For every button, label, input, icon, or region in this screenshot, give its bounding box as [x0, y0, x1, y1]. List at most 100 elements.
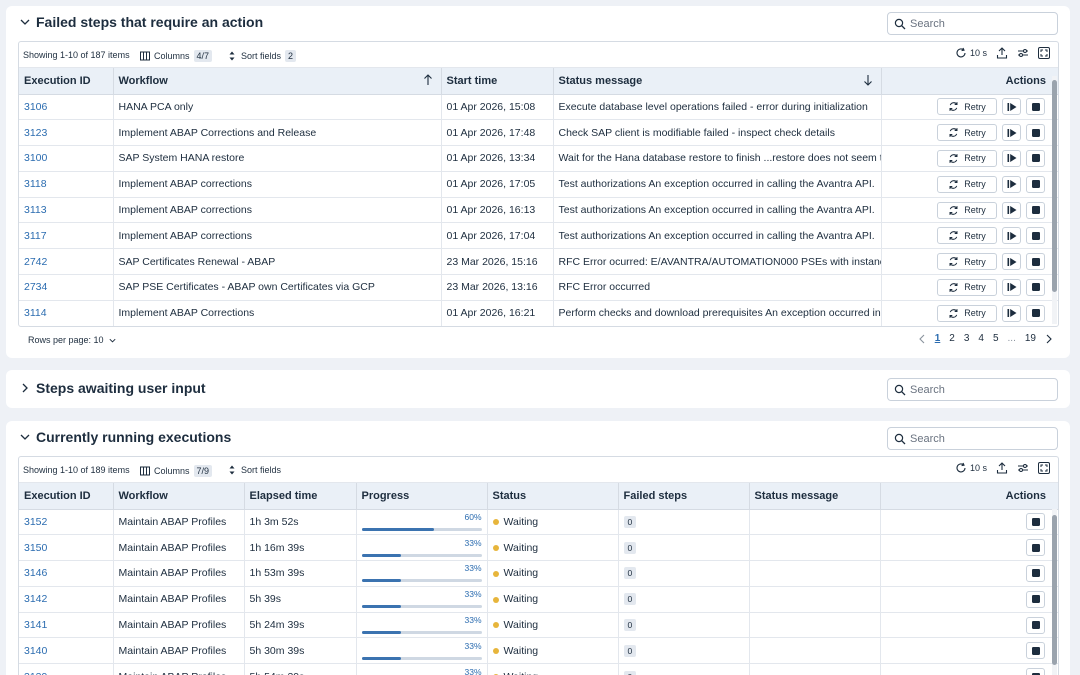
sort-fields-button[interactable]: Sort fields 2 — [227, 50, 297, 62]
retry-button[interactable]: Retry — [937, 149, 997, 167]
stop-button[interactable] — [1026, 304, 1045, 322]
retry-button[interactable]: Retry — [937, 253, 997, 271]
col-execution-id[interactable]: Execution ID — [19, 483, 114, 510]
chevron-left-icon[interactable] — [918, 334, 926, 344]
search-box[interactable] — [887, 427, 1058, 450]
execution-id-link[interactable]: 3152 — [19, 509, 114, 536]
columns-button[interactable]: Columns 4/7 — [140, 50, 213, 62]
execution-id-link[interactable]: 2734 — [19, 274, 114, 301]
stop-button[interactable] — [1026, 175, 1045, 193]
search-input[interactable] — [910, 382, 1050, 397]
stop-button[interactable] — [1026, 590, 1045, 608]
stop-button[interactable] — [1026, 539, 1045, 557]
execution-id-link[interactable]: 3117 — [19, 222, 114, 250]
chevron-down-icon[interactable] — [18, 430, 32, 444]
retry-button[interactable]: Retry — [937, 201, 997, 219]
stop-button[interactable] — [1026, 149, 1045, 167]
col-status[interactable]: Status — [487, 483, 619, 510]
table-row[interactable]: 3113 Implement ABAP corrections 01 Apr 202… — [19, 197, 1058, 224]
skip-button[interactable] — [1002, 278, 1021, 296]
stop-button[interactable] — [1026, 642, 1045, 660]
table-row[interactable]: 3114 Implement ABAP Corrections 01 Apr 202… — [19, 300, 1058, 326]
execution-id-link[interactable]: 3150 — [19, 534, 114, 562]
table-row[interactable]: 3146 Maintain ABAP Profiles 1h 53m 39s 33% W… — [19, 560, 1058, 587]
table-row[interactable]: 3117 Implement ABAP corrections 01 Apr 202… — [19, 222, 1058, 250]
table-row[interactable]: 3100 SAP System HANA restore 01 Apr 2026, … — [19, 145, 1058, 172]
search-box[interactable] — [887, 12, 1058, 35]
scrollbar-thumb[interactable] — [1052, 80, 1057, 292]
retry-button[interactable]: Retry — [937, 124, 997, 142]
execution-id-link[interactable]: 3139 — [19, 663, 114, 675]
execution-id-link[interactable]: 3100 — [19, 145, 114, 172]
rows-per-page-select[interactable]: Rows per page: 10 — [28, 335, 117, 345]
filter-icon[interactable] — [1017, 47, 1029, 59]
table-row[interactable]: 3123 Implement ABAP Corrections and Relea… — [19, 119, 1058, 147]
search-input[interactable] — [910, 16, 1050, 31]
table-row[interactable]: 3150 Maintain ABAP Profiles 1h 16m 39s 33% W… — [19, 534, 1058, 562]
stop-button[interactable] — [1026, 201, 1045, 219]
table-row[interactable]: 3152 Maintain ABAP Profiles 1h 3m 52s 60% Wa… — [19, 509, 1058, 536]
execution-id-link[interactable]: 3113 — [19, 197, 114, 224]
retry-button[interactable]: Retry — [937, 98, 997, 116]
stop-button[interactable] — [1026, 564, 1045, 582]
scrollbar[interactable] — [1052, 76, 1057, 324]
col-workflow[interactable]: Workflow — [113, 483, 245, 510]
table-row[interactable]: 3118 Implement ABAP corrections 01 Apr 202… — [19, 171, 1058, 198]
col-start-time[interactable]: Start time — [441, 68, 554, 95]
table-row[interactable]: 3106 HANA PCA only 01 Apr 2026, 15:08 Execu… — [19, 94, 1058, 121]
chevron-right-icon[interactable] — [1045, 334, 1053, 344]
execution-id-link[interactable]: 3140 — [19, 637, 114, 665]
col-failed-steps[interactable]: Failed steps — [618, 483, 750, 510]
stop-button[interactable] — [1026, 253, 1045, 271]
page-2[interactable]: 2 — [949, 333, 955, 344]
skip-button[interactable] — [1002, 227, 1021, 245]
page-3[interactable]: 3 — [964, 333, 970, 344]
export-icon[interactable] — [996, 462, 1008, 474]
skip-button[interactable] — [1002, 201, 1021, 219]
search-box[interactable] — [887, 378, 1058, 401]
export-icon[interactable] — [996, 47, 1008, 59]
stop-button[interactable] — [1026, 227, 1045, 245]
col-progress[interactable]: Progress — [356, 483, 488, 510]
stop-button[interactable] — [1026, 513, 1045, 531]
stop-button[interactable] — [1026, 278, 1045, 296]
skip-button[interactable] — [1002, 175, 1021, 193]
stop-button[interactable] — [1026, 668, 1045, 675]
stop-button[interactable] — [1026, 124, 1045, 142]
skip-button[interactable] — [1002, 253, 1021, 271]
table-row[interactable]: 2734 SAP PSE Certificates - ABAP own Cert… — [19, 274, 1058, 301]
col-workflow[interactable]: Workflow — [113, 68, 442, 95]
execution-id-link[interactable]: 3141 — [19, 612, 114, 639]
page-5[interactable]: 5 — [993, 333, 999, 344]
table-row[interactable]: 3141 Maintain ABAP Profiles 5h 24m 39s 33% W… — [19, 612, 1058, 639]
execution-id-link[interactable]: 3142 — [19, 586, 114, 613]
chevron-down-icon[interactable] — [18, 15, 32, 29]
table-row[interactable]: 3140 Maintain ABAP Profiles 5h 30m 39s 33% W… — [19, 637, 1058, 665]
fullscreen-icon[interactable] — [1038, 47, 1050, 59]
col-elapsed-time[interactable]: Elapsed time — [244, 483, 357, 510]
stop-button[interactable] — [1026, 98, 1045, 116]
skip-button[interactable] — [1002, 149, 1021, 167]
table-row[interactable]: 3142 Maintain ABAP Profiles 5h 39s 33% Waiti… — [19, 586, 1058, 613]
table-row[interactable]: 3139Maintain ABAP Profiles5h 54m 39s 33% W… — [19, 663, 1058, 675]
retry-button[interactable]: Retry — [937, 227, 997, 245]
page-1[interactable]: 1 — [935, 333, 941, 344]
execution-id-link[interactable]: 3123 — [19, 119, 114, 147]
sort-fields-button[interactable]: Sort fields — [227, 465, 281, 475]
col-status-message[interactable]: Status message — [553, 68, 882, 95]
skip-button[interactable] — [1002, 98, 1021, 116]
auto-refresh-button[interactable]: 10 s — [955, 462, 987, 474]
skip-button[interactable] — [1002, 124, 1021, 142]
execution-id-link[interactable]: 2742 — [19, 248, 114, 276]
retry-button[interactable]: Retry — [937, 304, 997, 322]
page-last[interactable]: 19 — [1025, 333, 1036, 344]
table-row[interactable]: 2742 SAP Certificates Renewal - ABAP 23 Ma… — [19, 248, 1058, 276]
fullscreen-icon[interactable] — [1038, 462, 1050, 474]
col-status-message[interactable]: Status message — [749, 483, 881, 510]
col-execution-id[interactable]: Execution ID — [19, 68, 114, 95]
scrollbar-thumb[interactable] — [1052, 515, 1057, 665]
retry-button[interactable]: Retry — [937, 175, 997, 193]
chevron-right-icon[interactable] — [18, 381, 32, 395]
page-4[interactable]: 4 — [978, 333, 984, 344]
stop-button[interactable] — [1026, 616, 1045, 634]
